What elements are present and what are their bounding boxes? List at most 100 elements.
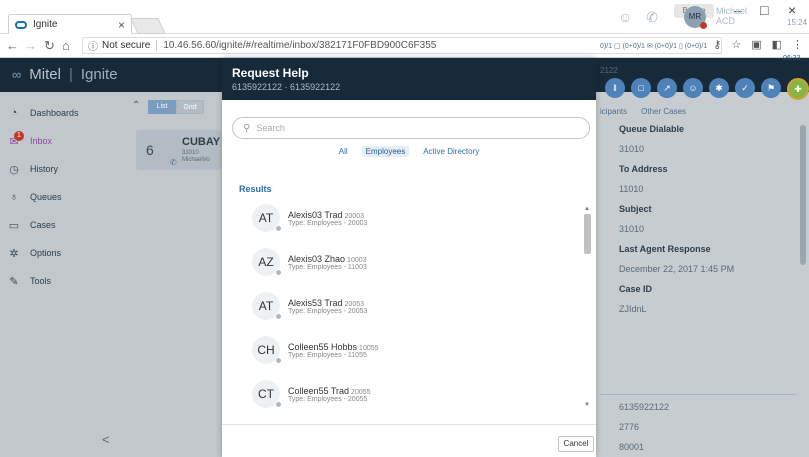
sidebar-item-label: Cases: [30, 220, 56, 230]
sidebar-item-label: Inbox: [30, 136, 53, 146]
result-name: Alexis03 Zhao 10003: [288, 253, 367, 264]
options-icon: ✲: [9, 247, 19, 260]
sidebar-item-tools[interactable]: ✎ Tools: [8, 272, 118, 290]
sidebar-item-options[interactable]: ✲ Options: [8, 244, 118, 262]
list-item[interactable]: AT Alexis53 Trad 20053 Type: Employees - 2…: [252, 286, 552, 326]
mitel-logo-icon: ∞: [12, 67, 22, 82]
sidebar-item-queues[interactable]: ♁ Queues: [8, 188, 118, 206]
result-name: Alexis53 Trad 20053: [288, 297, 364, 308]
inbox-card[interactable]: 6 CUBAY 31010 MichaelVo ✆: [136, 130, 222, 170]
consult-icon[interactable]: ✱: [709, 78, 729, 98]
wrapup-icon[interactable]: ✓: [735, 78, 755, 98]
avatar: AZ: [252, 248, 282, 276]
tab-close-icon[interactable]: ×: [118, 18, 125, 32]
collapse-sidebar-icon[interactable]: <: [102, 432, 110, 447]
home-icon[interactable]: ⌂: [62, 38, 70, 53]
list-item[interactable]: CH Colleen55 Hobbs 10055 Type: Employees -…: [252, 330, 552, 370]
pause-icon[interactable]: ‖: [605, 78, 625, 98]
cases-icon: ▭: [8, 219, 20, 232]
scroll-thumb[interactable]: [584, 214, 591, 254]
scroll-down-icon[interactable]: ▼: [584, 402, 590, 408]
back-icon[interactable]: ←: [6, 38, 19, 53]
results-heading: Results: [239, 184, 272, 194]
field-label: Subject: [619, 204, 652, 214]
status-dot: [275, 401, 282, 408]
list-item[interactable]: CT Colleen55 Trad 20055 Type: Employees - …: [252, 374, 552, 412]
status-dot: [275, 357, 282, 364]
star-icon[interactable]: ☆: [731, 38, 741, 51]
field-value: December 22, 2017 1:45 PM: [619, 264, 735, 274]
user-info[interactable]: Michael ACD: [716, 6, 747, 26]
result-name: Alexis03 Trad 20003: [288, 209, 364, 220]
close-window-button[interactable]: ×: [788, 2, 796, 18]
sidebar-item-cases[interactable]: ▭ Cases: [8, 216, 118, 234]
results-list: AT Alexis03 Trad 20003 Type: Employees - 2…: [242, 198, 582, 412]
card-name: CUBAY: [182, 136, 221, 148]
contacts-icon[interactable]: ☺: [618, 9, 632, 26]
sidebar-item-label: Tools: [30, 276, 52, 286]
search-input[interactable]: [256, 123, 557, 133]
info-icon[interactable]: ⓘ: [88, 38, 98, 53]
modal-footer-divider: [222, 424, 596, 425]
avatar: AT: [252, 204, 282, 232]
chevron-up-icon[interactable]: ⌃: [132, 100, 140, 111]
cancel-button[interactable]: Cancel: [558, 436, 594, 452]
modal-header: Request Help 6135922122 · 6135922122: [222, 58, 596, 100]
key-icon[interactable]: ⚷: [713, 38, 721, 51]
scroll-up-icon[interactable]: ▲: [584, 206, 590, 212]
request-help-icon[interactable]: ✚: [787, 78, 809, 100]
field-label: Case ID: [619, 284, 653, 294]
list-item[interactable]: AT Alexis03 Trad 20003 Type: Employees - 2…: [252, 198, 552, 238]
transfer-icon[interactable]: ↗: [657, 78, 677, 98]
grid-view-button[interactable]: Grid: [176, 100, 204, 114]
right-scrollbar[interactable]: [800, 125, 806, 265]
tab-other-cases[interactable]: Other Cases: [641, 107, 686, 116]
queue-stats: 0)/1 ▢ (0+0)/1 ✉ (0+0)/1 ▯ (0+0)/1: [600, 43, 708, 50]
lower-value: 6135922122: [619, 402, 670, 412]
field-label: Queue Dialable: [619, 124, 685, 134]
filter-active-directory[interactable]: Active Directory: [419, 146, 483, 157]
header-icons: ☺ ✆: [618, 9, 658, 26]
url-text: 10.46.56.60/ignite/#/realtime/inbox/3821…: [163, 40, 437, 51]
reload-icon[interactable]: ↻: [44, 38, 55, 54]
lower-value: 2776: [619, 422, 640, 432]
list-item[interactable]: AZ Alexis03 Zhao 10003 Type: Employees - 1…: [252, 242, 552, 282]
presence-dot: [700, 22, 707, 29]
extension2-icon[interactable]: ◧: [772, 38, 782, 51]
result-type: Type: Employees - 11003: [288, 263, 367, 271]
field-value: ZJIdnL: [619, 304, 647, 314]
sidebar-item-label: Options: [30, 248, 62, 258]
brand-separator: |: [68, 66, 73, 83]
user-status: ACD: [716, 16, 736, 26]
call-timer: 06:33: [783, 55, 801, 62]
forward-icon[interactable]: →: [24, 38, 37, 53]
right-separator: [600, 394, 796, 395]
phone-call-icon[interactable]: ✆: [646, 9, 658, 26]
sidebar-item-inbox[interactable]: ✉ 1 Inbox: [8, 130, 118, 150]
field-label: To Address: [619, 164, 668, 174]
maximize-button[interactable]: □: [760, 2, 768, 18]
results-scrollbar[interactable]: ▲ ▼: [584, 206, 591, 412]
filter-all[interactable]: All: [335, 146, 352, 157]
list-view-button[interactable]: List: [148, 100, 176, 114]
avatar: CH: [252, 336, 282, 364]
status-dot: [275, 269, 282, 276]
filter-employees[interactable]: Employees: [361, 146, 410, 157]
menu-icon[interactable]: ⋮: [792, 38, 803, 51]
avatar: CT: [252, 380, 282, 408]
new-tab-button[interactable]: [130, 18, 166, 34]
extension-icon[interactable]: ▣: [751, 38, 761, 51]
call-actions: ‖ □ ↗ ☺ ✱ ✓ ⚑ ✚: [605, 78, 809, 100]
flag-icon[interactable]: ⚑: [761, 78, 781, 98]
tab-participants[interactable]: icipants: [600, 107, 627, 116]
result-type: Type: Employees - 11055: [288, 351, 367, 359]
inbox-panel: ⌃ List Grid 6 CUBAY 31010 MichaelVo ✆: [124, 92, 224, 457]
conference-icon[interactable]: ☺: [683, 78, 703, 98]
avatar[interactable]: MR: [684, 6, 707, 29]
browser-tab[interactable]: Ignite ×: [8, 14, 132, 34]
stop-icon[interactable]: □: [631, 78, 651, 98]
sidebar-item-history[interactable]: ◷ History: [8, 160, 118, 178]
modal-title: Request Help: [232, 66, 309, 80]
sidebar-item-dashboards[interactable]: ◔ Dashboards: [8, 104, 118, 122]
brand: ∞ Mitel | Ignite: [12, 66, 118, 83]
